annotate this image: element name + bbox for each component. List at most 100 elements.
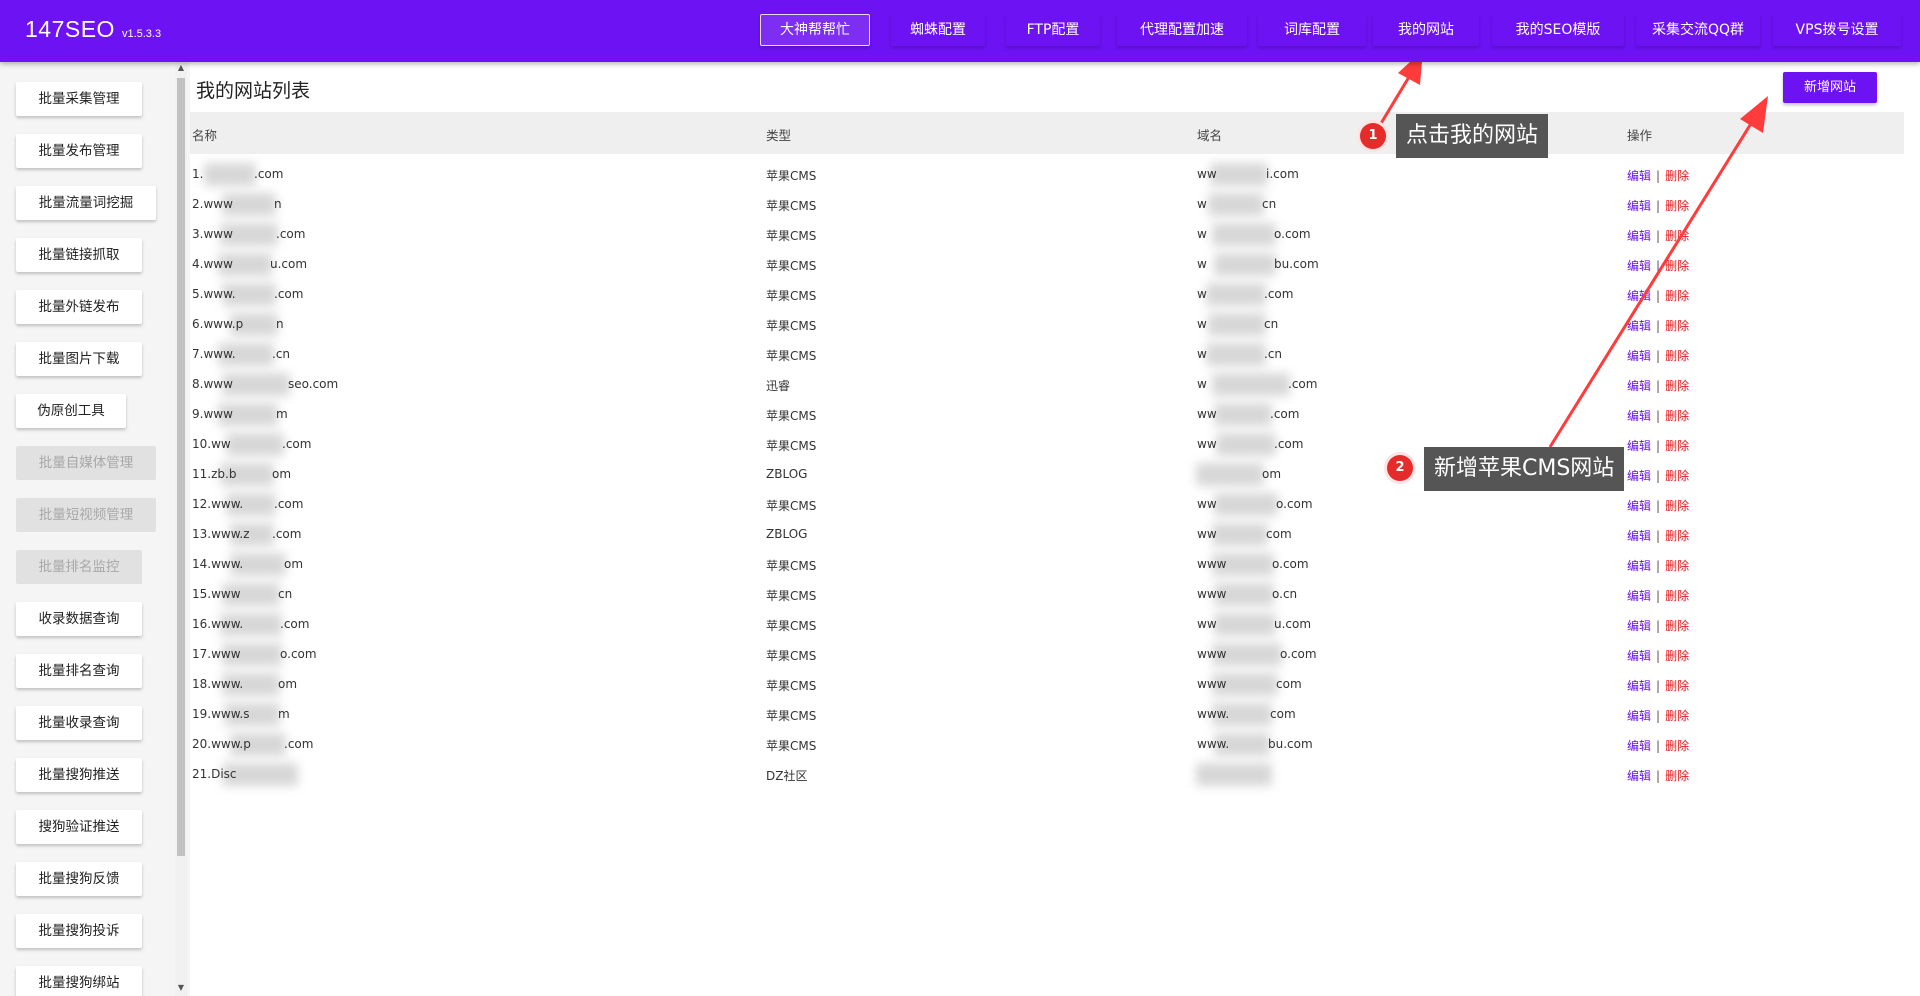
edit-link[interactable]: 编辑 (1627, 319, 1651, 333)
redacted-name (226, 433, 284, 456)
edit-link[interactable]: 编辑 (1627, 289, 1651, 303)
site-name-prefix: 4.www (192, 257, 233, 271)
edit-link[interactable]: 编辑 (1627, 349, 1651, 363)
nav-item-3[interactable]: 代理配置加速 (1117, 14, 1247, 46)
action-separator: | (1656, 349, 1661, 363)
edit-link[interactable]: 编辑 (1627, 559, 1651, 573)
edit-link[interactable]: 编辑 (1627, 739, 1651, 753)
delete-link[interactable]: 删除 (1665, 709, 1689, 723)
delete-link[interactable]: 删除 (1665, 469, 1689, 483)
sidebar-item-15[interactable]: 批量搜狗反馈 (16, 862, 142, 896)
app-name: 147SEO (25, 16, 115, 42)
delete-link[interactable]: 删除 (1665, 619, 1689, 633)
scroll-up-arrow-icon[interactable]: ▲ (175, 62, 187, 74)
edit-link[interactable]: 编辑 (1627, 259, 1651, 273)
nav-item-2[interactable]: FTP配置 (1006, 14, 1100, 46)
row-actions: 编辑 | 删除 (1627, 347, 1689, 364)
site-name-suffix: .com (272, 527, 302, 541)
annotation-2-badge: 2 (1387, 455, 1413, 481)
site-type: 苹果CMS (766, 199, 817, 213)
edit-link[interactable]: 编辑 (1627, 409, 1651, 423)
redacted-domain (1214, 493, 1278, 516)
edit-link[interactable]: 编辑 (1627, 769, 1651, 783)
action-separator: | (1656, 169, 1661, 183)
edit-link[interactable]: 编辑 (1627, 649, 1651, 663)
site-domain-suffix: cn (1264, 317, 1279, 331)
site-domain-suffix: .com (1274, 437, 1304, 451)
redacted-domain (1196, 463, 1264, 486)
site-domain-prefix: w (1197, 287, 1207, 301)
add-site-button[interactable]: 新增网站 (1783, 72, 1877, 103)
nav-item-6[interactable]: 我的SEO模版 (1492, 14, 1624, 46)
scroll-down-arrow-icon[interactable]: ▼ (175, 982, 187, 994)
site-name-suffix: om (278, 677, 298, 691)
site-name-prefix: 6.www.p (192, 317, 244, 331)
table-row: 6.www.p n 苹果CMS w cn 编辑 | 删除 (0, 310, 1920, 340)
delete-link[interactable]: 删除 (1665, 409, 1689, 423)
delete-link[interactable]: 删除 (1665, 289, 1689, 303)
edit-link[interactable]: 编辑 (1627, 379, 1651, 393)
edit-link[interactable]: 编辑 (1627, 229, 1651, 243)
nav-item-1[interactable]: 蜘蛛配置 (891, 14, 985, 46)
table-row: 21.Disc DZ社区 编辑 | 删除 (0, 760, 1920, 790)
delete-link[interactable]: 删除 (1665, 229, 1689, 243)
site-domain-prefix: w (1197, 347, 1207, 361)
site-type: 苹果CMS (766, 619, 817, 633)
nav-item-0[interactable]: 大神帮帮忙 (760, 14, 870, 46)
table-row: 10.ww .com 苹果CMS ww .com 编辑 | 删除 (0, 430, 1920, 460)
nav-item-8[interactable]: VPS拨号设置 (1773, 14, 1901, 46)
delete-link[interactable]: 删除 (1665, 649, 1689, 663)
delete-link[interactable]: 删除 (1665, 259, 1689, 273)
table-row: 12.www. .com 苹果CMS ww o.com 编辑 | 删除 (0, 490, 1920, 520)
site-domain-suffix: .com (1288, 377, 1318, 391)
nav-item-7[interactable]: 采集交流QQ群 (1636, 14, 1760, 46)
site-name-prefix: 13.www.z (192, 527, 250, 541)
delete-link[interactable]: 删除 (1665, 199, 1689, 213)
site-domain-suffix: bu.com (1274, 257, 1319, 271)
nav-item-4[interactable]: 词库配置 (1258, 14, 1366, 46)
edit-link[interactable]: 编辑 (1627, 709, 1651, 723)
table-row: 15.www cn 苹果CMS www o.cn 编辑 | 删除 (0, 580, 1920, 610)
delete-link[interactable]: 删除 (1665, 769, 1689, 783)
row-actions: 编辑 | 删除 (1627, 707, 1689, 724)
table-row: 7.www. .cn 苹果CMS w .cn 编辑 | 删除 (0, 340, 1920, 370)
row-actions: 编辑 | 删除 (1627, 257, 1689, 274)
delete-link[interactable]: 删除 (1665, 559, 1689, 573)
delete-link[interactable]: 删除 (1665, 319, 1689, 333)
delete-link[interactable]: 删除 (1665, 379, 1689, 393)
edit-link[interactable]: 编辑 (1627, 439, 1651, 453)
redacted-domain (1214, 253, 1276, 276)
site-name-suffix: .com (276, 227, 306, 241)
delete-link[interactable]: 删除 (1665, 739, 1689, 753)
site-domain-suffix: o.com (1280, 647, 1317, 661)
sidebar-item-14[interactable]: 搜狗验证推送 (16, 810, 142, 844)
edit-link[interactable]: 编辑 (1627, 169, 1651, 183)
edit-link[interactable]: 编辑 (1627, 499, 1651, 513)
sidebar-item-0[interactable]: 批量采集管理 (16, 82, 142, 116)
delete-link[interactable]: 删除 (1665, 679, 1689, 693)
site-name-suffix: .com (254, 167, 284, 181)
redacted-domain (1208, 193, 1264, 216)
delete-link[interactable]: 删除 (1665, 169, 1689, 183)
sidebar-item-17[interactable]: 批量搜狗绑站 (16, 966, 142, 996)
site-domain-prefix: www (1197, 647, 1227, 661)
delete-link[interactable]: 删除 (1665, 499, 1689, 513)
annotation-2-callout: 新增苹果CMS网站 (1424, 447, 1625, 491)
delete-link[interactable]: 删除 (1665, 589, 1689, 603)
edit-link[interactable]: 编辑 (1627, 619, 1651, 633)
site-type: 苹果CMS (766, 169, 817, 183)
edit-link[interactable]: 编辑 (1627, 469, 1651, 483)
delete-link[interactable]: 删除 (1665, 529, 1689, 543)
table-row: 4.www u.com 苹果CMS w bu.com 编辑 | 删除 (0, 250, 1920, 280)
edit-link[interactable]: 编辑 (1627, 199, 1651, 213)
edit-link[interactable]: 编辑 (1627, 589, 1651, 603)
site-type: 苹果CMS (766, 409, 817, 423)
row-actions: 编辑 | 删除 (1627, 437, 1689, 454)
edit-link[interactable]: 编辑 (1627, 679, 1651, 693)
redacted-domain (1212, 523, 1268, 546)
delete-link[interactable]: 删除 (1665, 349, 1689, 363)
sidebar-item-16[interactable]: 批量搜狗投诉 (16, 914, 142, 948)
edit-link[interactable]: 编辑 (1627, 529, 1651, 543)
delete-link[interactable]: 删除 (1665, 439, 1689, 453)
nav-item-5[interactable]: 我的网站 (1373, 14, 1479, 46)
